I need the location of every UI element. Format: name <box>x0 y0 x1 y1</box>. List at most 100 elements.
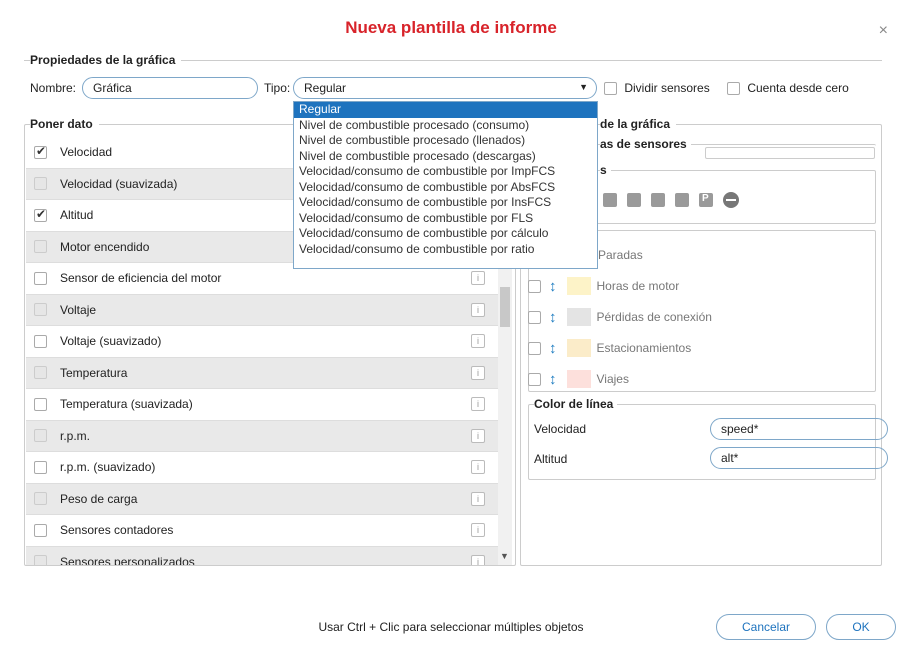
list-item-checkbox[interactable] <box>34 177 47 191</box>
list-item-checkbox[interactable] <box>34 144 47 159</box>
cancel-button[interactable]: Cancelar <box>716 614 816 640</box>
info-icon[interactable]: i <box>471 397 485 412</box>
list-item-checkbox[interactable] <box>34 271 47 285</box>
list-item-label: Motor encendido <box>60 239 150 254</box>
event-row: ↕ Horas de motor <box>528 276 679 296</box>
flag-icon[interactable] <box>627 193 641 207</box>
type-dropdown: Regular Nivel de combustible procesado (c… <box>293 101 598 269</box>
list-item-checkbox[interactable] <box>34 334 47 348</box>
list-item[interactable]: Sensores personalizados i <box>26 546 499 565</box>
list-item-checkbox[interactable] <box>34 555 47 565</box>
event-label: Estacionamientos <box>596 341 692 355</box>
dropdown-option[interactable]: Velocidad/consumo de combustible por Ins… <box>294 195 597 211</box>
dropdown-option[interactable]: Nivel de combustible procesado (llenados… <box>294 133 597 149</box>
list-item-label: r.p.m. <box>60 428 91 443</box>
list-item-checkbox[interactable] <box>34 460 47 474</box>
dropdown-option[interactable]: Nivel de combustible procesado (descarga… <box>294 149 597 165</box>
reorder-arrows-icon[interactable]: ↕ <box>549 371 557 388</box>
chevron-down-icon: ▼ <box>579 82 588 92</box>
dialog-title: Nueva plantilla de informe <box>345 18 557 37</box>
list-item[interactable]: Peso de carga i <box>26 483 499 515</box>
list-item-label: Temperatura (suavizada) <box>60 397 193 412</box>
list-item-label: Velocidad (suavizada) <box>60 176 178 191</box>
list-item[interactable]: r.p.m. (suavizado) i <box>26 452 499 484</box>
list-item-label: Voltaje (suavizado) <box>60 334 162 349</box>
list-item[interactable]: Sensores contadores i <box>26 515 499 547</box>
list-item-checkbox[interactable] <box>34 397 47 411</box>
count-zero-option[interactable]: Cuenta desde cero <box>727 81 849 96</box>
reorder-arrows-icon[interactable]: ↕ <box>549 340 557 357</box>
event-checkbox[interactable] <box>528 372 541 386</box>
type-select[interactable]: Regular ▼ <box>293 77 597 99</box>
dropdown-option[interactable]: Regular <box>294 102 597 118</box>
info-icon[interactable]: i <box>471 334 485 349</box>
ok-button[interactable]: OK <box>826 614 896 640</box>
image-icon[interactable] <box>651 193 665 207</box>
list-item-label: Sensor de eficiencia del motor <box>60 271 222 286</box>
close-icon[interactable]: × <box>879 22 888 40</box>
dropdown-option[interactable]: Velocidad/consumo de combustible por cál… <box>294 226 597 242</box>
list-item-label: Temperatura <box>60 365 128 380</box>
list-item-checkbox[interactable] <box>34 240 47 254</box>
list-item[interactable]: Temperatura i <box>26 357 499 389</box>
list-item-label: Velocidad <box>60 145 113 160</box>
list-item-label: Voltaje <box>60 302 97 317</box>
dropdown-option[interactable]: Velocidad/consumo de combustible por Imp… <box>294 164 597 180</box>
list-item[interactable]: Voltaje (suavizado) i <box>26 326 499 358</box>
event-color-swatch[interactable] <box>566 277 591 295</box>
event-checkbox[interactable] <box>528 341 541 355</box>
list-item-checkbox[interactable] <box>34 303 47 317</box>
line-color-field-1[interactable]: alt* <box>710 447 888 469</box>
event-color-swatch[interactable] <box>566 308 591 326</box>
split-sensors-checkbox[interactable] <box>604 82 617 96</box>
markers-legend: s <box>600 163 611 177</box>
event-label: Paradas <box>598 248 643 262</box>
event-color-swatch[interactable] <box>566 339 591 357</box>
list-item-checkbox[interactable] <box>34 366 47 380</box>
parking-letter: P <box>702 193 709 204</box>
dropdown-option[interactable]: Velocidad/consumo de combustible por FLS <box>294 211 597 227</box>
list-item-label: Sensores contadores <box>60 523 174 538</box>
line-color-field-0[interactable]: speed* <box>710 418 888 440</box>
list-item-checkbox[interactable] <box>34 492 47 506</box>
info-icon[interactable]: i <box>471 365 485 380</box>
info-icon[interactable]: i <box>471 302 485 317</box>
list-item[interactable]: Voltaje i <box>26 294 499 326</box>
split-sensors-option[interactable]: Dividir sensores <box>604 81 710 96</box>
scroll-down-icon[interactable]: ▼ <box>500 551 509 561</box>
name-field[interactable]: Gráfica <box>82 77 258 99</box>
info-icon[interactable]: i <box>471 271 485 286</box>
video-icon[interactable] <box>675 193 689 207</box>
info-icon[interactable]: i <box>471 491 485 506</box>
props-legend: Propiedades de la gráfica <box>30 53 182 67</box>
info-icon[interactable]: i <box>471 523 485 538</box>
info-icon[interactable]: i <box>471 554 485 565</box>
line-color-legend: Color de línea <box>534 397 618 411</box>
type-label: Tipo: <box>264 81 291 95</box>
dropdown-option[interactable]: Velocidad/consumo de combustible por Abs… <box>294 180 597 196</box>
list-item-checkbox[interactable] <box>34 207 47 222</box>
count-zero-label: Cuenta desde cero <box>747 81 849 95</box>
data-panel-legend: Poner dato <box>30 117 99 131</box>
event-label: Horas de motor <box>596 279 680 293</box>
scrollbar-thumb[interactable] <box>500 287 510 327</box>
dropdown-option[interactable]: Nivel de combustible procesado (consumo) <box>294 118 597 134</box>
stop-icon[interactable] <box>723 192 739 208</box>
list-item-checkbox[interactable] <box>34 429 47 443</box>
type-select-value: Regular <box>304 81 347 95</box>
reorder-arrows-icon[interactable]: ↕ <box>549 309 557 326</box>
dropdown-option[interactable]: Velocidad/consumo de combustible por rat… <box>294 242 597 258</box>
event-checkbox[interactable] <box>528 310 541 324</box>
list-item-checkbox[interactable] <box>34 523 47 537</box>
sensors-input[interactable] <box>705 147 875 159</box>
event-color-swatch[interactable] <box>566 370 591 388</box>
count-zero-checkbox[interactable] <box>727 82 740 96</box>
parking-icon[interactable]: P <box>699 193 713 207</box>
info-icon[interactable]: i <box>471 460 485 475</box>
info-icon[interactable]: i <box>471 428 485 443</box>
list-item[interactable]: r.p.m. i <box>26 420 499 452</box>
event-checkbox[interactable] <box>528 279 541 293</box>
list-item[interactable]: Temperatura (suavizada) i <box>26 389 499 421</box>
fuel-icon[interactable] <box>603 193 617 207</box>
reorder-arrows-icon[interactable]: ↕ <box>549 278 557 295</box>
